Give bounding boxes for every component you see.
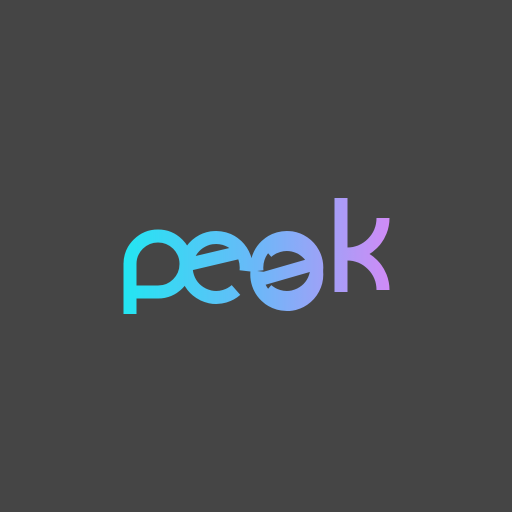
letter-e-second: [250, 230, 324, 312]
peek-logo: [123, 198, 390, 314]
letter-k: [334, 198, 390, 292]
letter-e: [179, 230, 253, 304]
letter-p: [123, 229, 193, 314]
app-icon-canvas: [0, 0, 512, 512]
